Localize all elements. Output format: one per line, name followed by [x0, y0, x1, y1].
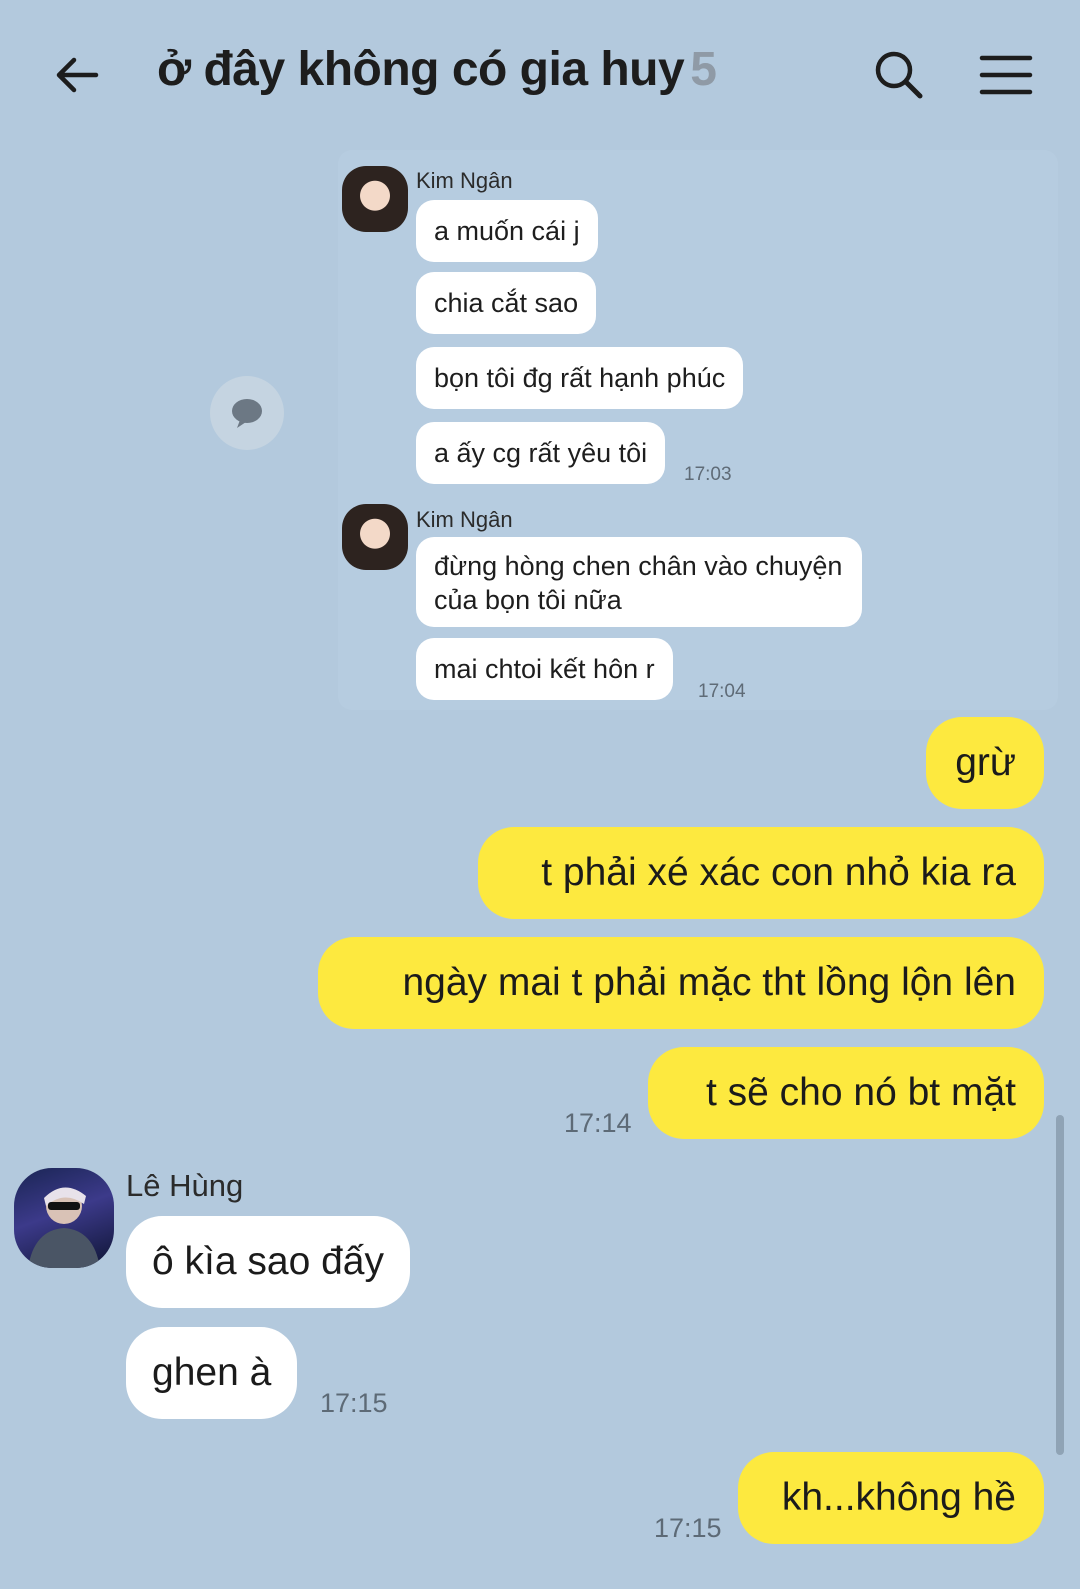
kim-ngan-avatar — [342, 166, 408, 232]
my-message[interactable]: ngày mai t phải mặc tht lồng lộn lên — [318, 937, 1044, 1029]
chat-bubble-icon — [232, 399, 262, 428]
inner-sender-name: Kim Ngân — [416, 507, 513, 532]
inner-message: a ấy cg rất yêu tôi — [416, 422, 666, 484]
timestamp: 17:15 — [654, 1513, 722, 1543]
member-count: 5 — [690, 43, 717, 96]
menu-icon[interactable] — [978, 48, 1034, 102]
other-message[interactable]: ghen à — [126, 1327, 298, 1419]
my-message[interactable]: kh...không hề — [738, 1452, 1044, 1544]
sender-name: Lê Hùng — [126, 1168, 244, 1203]
chat-title-text: ở đây không có gia huy — [157, 43, 685, 96]
inner-message: a muốn cái j — [416, 200, 598, 262]
chat-header: ở đây không có gia huy 5 — [0, 0, 1080, 150]
le-hung-avatar[interactable] — [14, 1168, 114, 1268]
inner-message: mai chtoi kết hôn r — [416, 638, 673, 700]
inner-timestamp: 17:04 — [698, 681, 746, 702]
inner-sender-name: Kim Ngân — [416, 168, 513, 193]
kim-ngan-avatar — [342, 504, 408, 570]
my-message[interactable]: grừ — [926, 717, 1044, 809]
inner-message: bọn tôi đg rất hạnh phúc — [416, 347, 744, 409]
search-icon[interactable] — [872, 48, 926, 102]
share-button[interactable] — [210, 376, 284, 450]
my-message[interactable]: t phải xé xác con nhỏ kia ra — [478, 827, 1044, 919]
inner-timestamp: 17:03 — [684, 464, 732, 485]
chat-title: ở đây không có gia huy 5 — [157, 42, 717, 97]
other-message[interactable]: ô kìa sao đấy — [126, 1216, 410, 1308]
back-arrow-icon[interactable] — [50, 48, 104, 102]
shared-screenshot-image[interactable]: Kim Ngân a muốn cái j chia cắt sao bọn t… — [338, 150, 1058, 710]
my-message[interactable]: t sẽ cho nó bt mặt — [648, 1047, 1044, 1139]
timestamp: 17:14 — [564, 1108, 632, 1138]
profile-photo-icon — [28, 1187, 100, 1268]
inner-message: đừng hòng chen chân vào chuyện của bọn t… — [416, 537, 862, 627]
inner-message: chia cắt sao — [416, 272, 597, 334]
timestamp: 17:15 — [320, 1388, 388, 1418]
scrollbar[interactable] — [1056, 1115, 1064, 1455]
